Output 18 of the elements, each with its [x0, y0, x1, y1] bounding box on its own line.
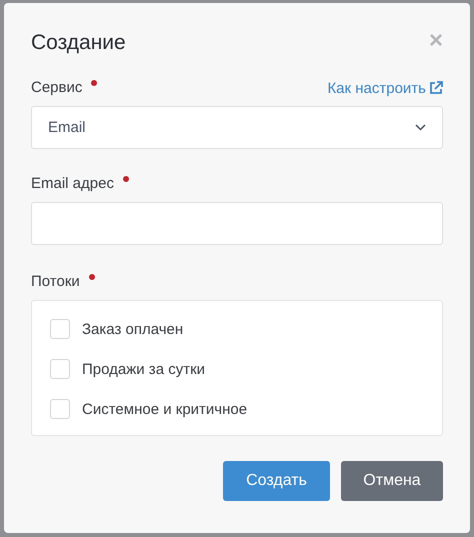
service-select[interactable]: Email [31, 106, 443, 149]
create-button[interactable]: Создать [223, 461, 330, 501]
close-button[interactable]: × [428, 31, 443, 51]
external-link-icon [429, 81, 443, 95]
checkbox[interactable] [50, 359, 70, 379]
checkbox[interactable] [50, 399, 70, 419]
help-link[interactable]: Как настроить [327, 80, 443, 96]
dialog-title: Создание [31, 31, 126, 55]
checkbox-label: Системное и критичное [82, 400, 248, 418]
checkbox-label: Продажи за сутки [82, 360, 206, 378]
field-label: Потоки [31, 273, 80, 290]
field-label: Сервис [31, 79, 82, 96]
input-field[interactable] [31, 202, 443, 245]
field-label: Email адрес [31, 175, 114, 192]
checkbox[interactable] [50, 319, 70, 339]
cancel-button[interactable]: Отмена [341, 461, 443, 501]
chevron-down-icon [415, 124, 426, 131]
checkbox-label: Заказ оплачен [82, 320, 184, 338]
